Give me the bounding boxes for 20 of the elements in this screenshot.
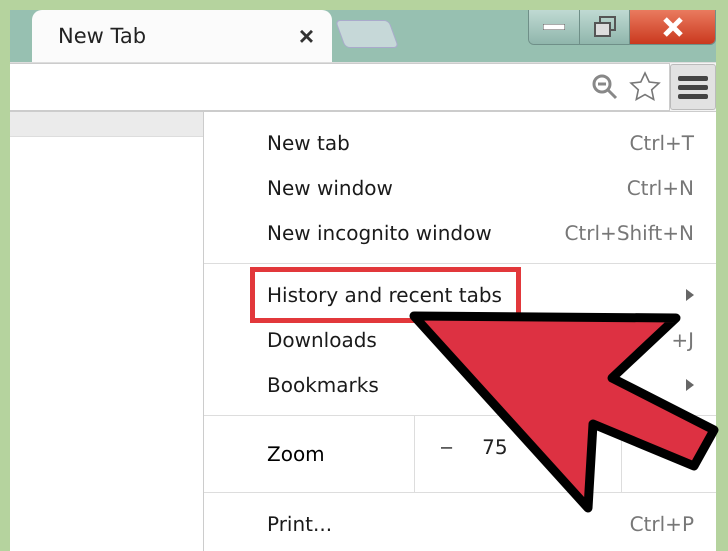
close-window-button[interactable] — [629, 10, 715, 44]
tab-title: New Tab — [58, 24, 146, 48]
restore-icon — [592, 16, 616, 38]
zoom-out-icon — [591, 73, 619, 101]
shortcut-text: Ctrl+T — [629, 130, 694, 154]
menu-button[interactable] — [670, 64, 716, 110]
star-icon — [629, 71, 661, 103]
menu-icon — [678, 75, 708, 99]
zoom-out-button[interactable]: – — [415, 436, 472, 458]
minimize-icon — [543, 24, 565, 30]
shortcut-text: +J — [671, 328, 694, 352]
menu-item[interactable]: Print... — [250, 496, 352, 551]
restore-button[interactable] — [579, 10, 629, 44]
shortcut-text: Ctrl+Shift+N — [564, 220, 694, 244]
zoom-level-text: 75 — [482, 435, 508, 459]
shortcut-text: Ctrl+P — [630, 512, 694, 536]
shortcut-text: Ctrl+N — [626, 176, 694, 200]
browser-tab[interactable]: New Tab × — [32, 10, 332, 62]
close-icon — [662, 17, 684, 37]
close-tab-button[interactable]: × — [294, 20, 318, 52]
